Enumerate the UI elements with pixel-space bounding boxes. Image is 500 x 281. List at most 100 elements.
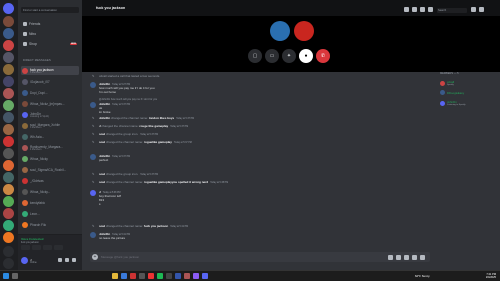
- app-icon[interactable]: [166, 273, 172, 279]
- dm-item[interactable]: Whoa_Nickz_[m]mpas...: [21, 99, 79, 108]
- server-icon[interactable]: [3, 148, 14, 159]
- spotify-icon[interactable]: [157, 273, 163, 279]
- server-icon[interactable]: [3, 220, 14, 231]
- file-explorer-icon[interactable]: [112, 273, 118, 279]
- dm-item[interactable]: Whoa_Nicky: [21, 154, 79, 163]
- app-icon[interactable]: [148, 273, 154, 279]
- dm-item[interactable]: Pharoh Filo: [21, 220, 79, 229]
- add-server-icon[interactable]: [3, 246, 14, 257]
- app-icon[interactable]: [175, 273, 181, 279]
- dm-item[interactable]: Leon...: [21, 209, 79, 218]
- avatar[interactable]: [270, 21, 290, 41]
- discord-icon[interactable]: [202, 273, 208, 279]
- message-input[interactable]: Message @fuck you jackson: [101, 255, 139, 259]
- server-icon[interactable]: [3, 88, 14, 99]
- avatar[interactable]: [90, 102, 96, 108]
- activity-icon[interactable]: ✦: [282, 49, 296, 63]
- app-icon[interactable]: [130, 273, 136, 279]
- weather-widget[interactable]: 62°F Sunny: [415, 274, 430, 278]
- windows-start-icon[interactable]: [3, 273, 9, 279]
- dm-item[interactable]: fuck you jackson 5 Members: [21, 66, 79, 75]
- screen-share-icon[interactable]: ▭: [265, 49, 279, 63]
- gif-icon[interactable]: [396, 254, 401, 260]
- clock[interactable]: 7:41 PM 2/4/2025: [486, 273, 496, 279]
- server-icon[interactable]: [3, 172, 14, 183]
- search-icon[interactable]: [12, 273, 18, 279]
- member-item[interactable]: DDoogleEasy: [440, 90, 464, 95]
- emoji-icon[interactable]: [412, 254, 417, 260]
- add-member-icon[interactable]: [428, 7, 433, 12]
- mic-icon[interactable]: ●: [299, 49, 313, 63]
- app-icon[interactable]: [139, 273, 145, 279]
- headphones-icon[interactable]: [65, 258, 69, 262]
- server-icon[interactable]: [3, 184, 14, 195]
- dm-item[interactable]: JohnDn Listening to Spotify: [21, 110, 79, 119]
- search-input[interactable]: Search: [437, 8, 467, 13]
- avatar[interactable]: [90, 82, 96, 88]
- avatar[interactable]: [90, 232, 96, 238]
- server-icon[interactable]: [3, 76, 14, 87]
- dm-text: kendyfabio: [30, 201, 45, 205]
- member-item[interactable]: xdcall Spotify: [440, 80, 454, 86]
- screen-share-icon[interactable]: [32, 245, 41, 250]
- app-icon[interactable]: [184, 273, 190, 279]
- avatar[interactable]: [90, 154, 96, 160]
- video-icon[interactable]: [412, 7, 417, 12]
- member-item[interactable]: JohnDn Listening to Spotify: [440, 100, 465, 106]
- server-icon[interactable]: [3, 208, 14, 219]
- message-composer[interactable]: + Message @fuck you jackson: [90, 252, 430, 262]
- home-icon[interactable]: [3, 3, 14, 14]
- activity-icon[interactable]: [43, 245, 52, 250]
- avatar[interactable]: [294, 21, 314, 41]
- mic-icon[interactable]: [58, 258, 62, 262]
- avatar[interactable]: [90, 190, 96, 196]
- gear-icon[interactable]: [72, 258, 76, 262]
- sticker-icon[interactable]: [404, 254, 409, 260]
- camera-icon[interactable]: ▢: [248, 49, 262, 63]
- dm-item[interactable]: Whoa_Nicky...: [21, 187, 79, 196]
- server-icon[interactable]: [3, 16, 14, 27]
- avatar: [22, 89, 28, 96]
- call-icon[interactable]: [404, 7, 409, 12]
- apps-icon[interactable]: [420, 254, 425, 260]
- nav-nitro[interactable]: Nitro: [21, 30, 79, 37]
- gift-icon[interactable]: [388, 254, 393, 260]
- server-icon[interactable]: [3, 112, 14, 123]
- conversation-search-input[interactable]: Find or start a conversation: [21, 7, 79, 13]
- end-call-icon[interactable]: ✆: [316, 49, 330, 63]
- dm-item[interactable]: soul_Sigma/ICA_RoshiI...: [21, 165, 79, 174]
- actor-name[interactable]: JohnDn: [99, 116, 110, 120]
- message-text: perfect: [99, 158, 109, 162]
- edge-icon[interactable]: [121, 273, 127, 279]
- explore-icon[interactable]: [3, 258, 14, 269]
- pin-icon[interactable]: [420, 7, 425, 12]
- dm-item[interactable]: Rostisverdy_Margara... 4 Members: [21, 143, 79, 152]
- server-icon[interactable]: [3, 232, 14, 243]
- dm-item[interactable]: kendyfabio: [21, 198, 79, 207]
- add-attachment-icon[interactable]: +: [92, 254, 98, 260]
- reply-preview[interactable]: @JohnDn how much will you pay me if I do…: [99, 98, 157, 101]
- nav-friends[interactable]: Friends: [21, 20, 79, 27]
- dm-item[interactable]: Wh Asia...: [21, 132, 79, 141]
- nav-shop[interactable]: Shop NEW: [21, 40, 79, 47]
- avatar[interactable]: [21, 257, 28, 264]
- inbox-icon[interactable]: [471, 7, 476, 12]
- dm-item[interactable]: soul_Margara_Xchlie 3 Members: [21, 121, 79, 130]
- dm-item[interactable]: /Gojiacob_/07: [21, 77, 79, 86]
- dm-name: _/Gdrivas: [30, 178, 44, 183]
- server-icon[interactable]: [3, 136, 14, 147]
- server-icon[interactable]: [3, 64, 14, 75]
- server-icon[interactable]: [3, 160, 14, 171]
- server-icon[interactable]: [3, 100, 14, 111]
- video-icon[interactable]: [21, 245, 30, 250]
- help-icon[interactable]: [479, 7, 484, 12]
- soundboard-icon[interactable]: [54, 245, 63, 250]
- server-icon[interactable]: [3, 28, 14, 39]
- dm-item[interactable]: _/Gdrivas: [21, 176, 79, 185]
- server-icon[interactable]: [3, 52, 14, 63]
- server-icon[interactable]: [3, 124, 14, 135]
- dm-item[interactable]: Dopi_Dopi...: [21, 88, 79, 97]
- server-icon[interactable]: [3, 40, 14, 51]
- server-icon[interactable]: [3, 196, 14, 207]
- app-icon[interactable]: [193, 273, 199, 279]
